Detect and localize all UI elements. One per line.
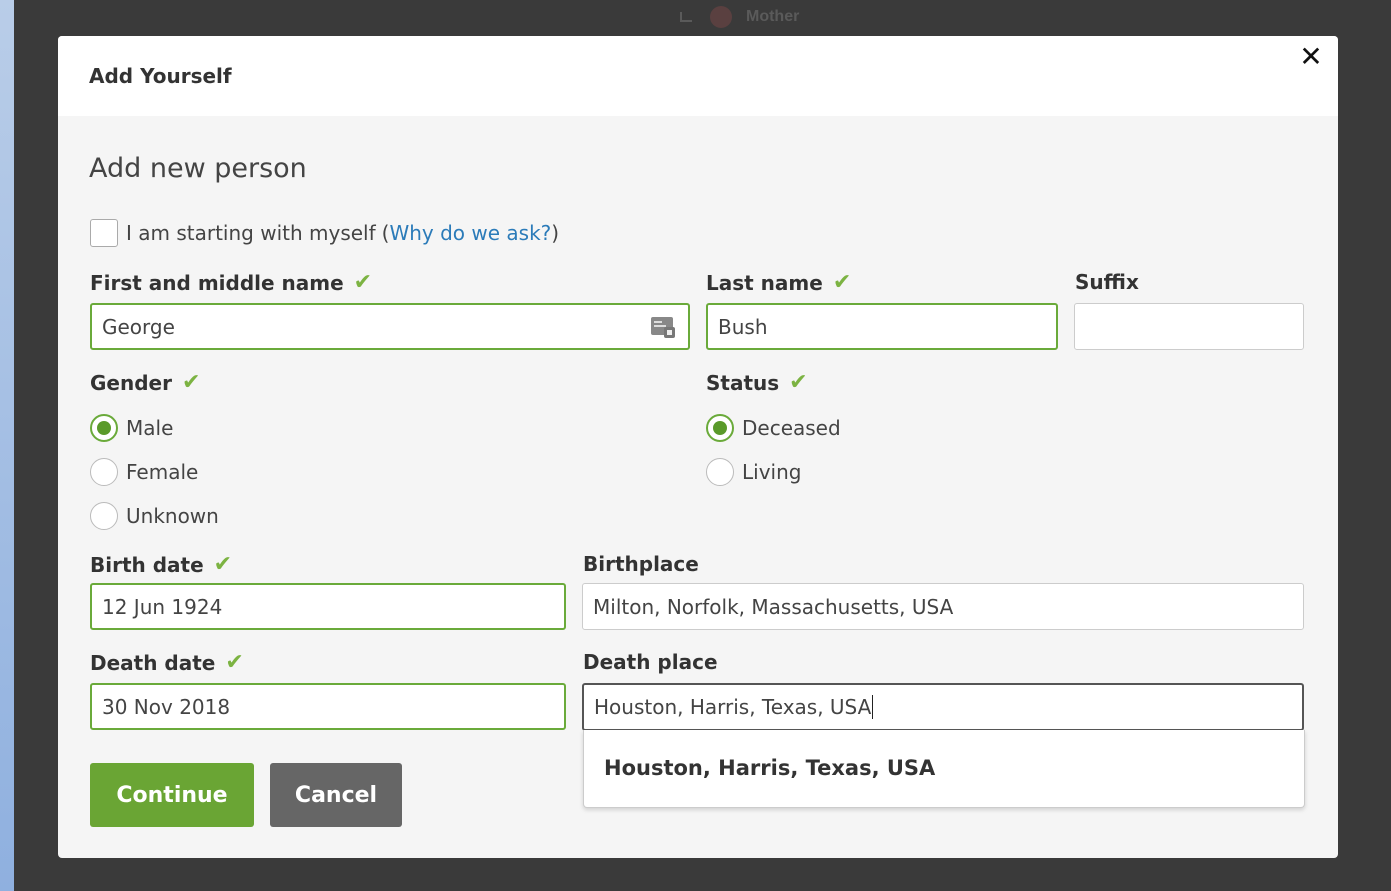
death-place-suggestions: Houston, Harris, Texas, USA: [583, 730, 1305, 808]
suffix-label-text: Suffix: [1075, 270, 1139, 294]
birthplace-value: Milton, Norfolk, Massachusetts, USA: [593, 594, 954, 619]
death-place-input[interactable]: Houston, Harris, Texas, USA: [582, 683, 1304, 731]
death-place-label-text: Death place: [583, 650, 718, 674]
death-place-label: Death place: [583, 650, 718, 674]
gender-option-label: Female: [126, 460, 199, 484]
gender-label-text: Gender: [90, 370, 172, 395]
tree-node-label: Mother: [746, 8, 800, 26]
checkmark-icon: ✔: [213, 552, 233, 577]
gender-option-label: Male: [126, 416, 174, 440]
birth-date-input[interactable]: 12 Jun 1924: [90, 583, 566, 630]
status-label: Status ✔: [706, 370, 808, 395]
dialog-header: Add Yourself ✕: [58, 36, 1338, 116]
background-tree-node: Mother: [680, 6, 799, 28]
death-date-label: Death date ✔: [90, 650, 244, 675]
last-name-input[interactable]: Bush: [706, 303, 1058, 350]
birth-date-label-text: Birth date: [90, 552, 204, 577]
checkmark-icon: ✔: [181, 370, 201, 395]
death-date-value: 30 Nov 2018: [102, 694, 231, 719]
gender-option-female[interactable]: Female: [90, 458, 198, 486]
radio-button-female[interactable]: [90, 458, 118, 486]
radio-button-living[interactable]: [706, 458, 734, 486]
death-date-label-text: Death date: [90, 650, 216, 675]
status-option-living[interactable]: Living: [706, 458, 801, 486]
last-name-label-text: Last name: [706, 270, 823, 295]
birth-date-value: 12 Jun 1924: [102, 594, 223, 619]
gender-label: Gender ✔: [90, 370, 200, 395]
birthplace-label: Birthplace: [583, 552, 699, 576]
myself-checkbox[interactable]: [90, 219, 118, 247]
continue-button[interactable]: Continue: [90, 763, 254, 827]
myself-checkbox-row: I am starting with myself (Why do we ask…: [90, 219, 559, 247]
suffix-input[interactable]: [1074, 303, 1304, 350]
birthplace-label-text: Birthplace: [583, 552, 699, 576]
last-name-value: Bush: [718, 314, 768, 339]
why-do-we-ask-link[interactable]: Why do we ask?: [389, 221, 551, 245]
birth-date-label: Birth date ✔: [90, 552, 232, 577]
status-option-deceased[interactable]: Deceased: [706, 414, 841, 442]
death-date-input[interactable]: 30 Nov 2018: [90, 683, 566, 730]
person-avatar-icon: [710, 6, 732, 28]
contact-card-icon[interactable]: [650, 315, 676, 339]
birthplace-input[interactable]: Milton, Norfolk, Massachusetts, USA: [582, 583, 1304, 630]
last-name-label: Last name ✔: [706, 270, 851, 295]
first-name-label-text: First and middle name: [90, 270, 344, 295]
cancel-button[interactable]: Cancel: [270, 763, 402, 827]
death-place-value: Houston, Harris, Texas, USA: [594, 695, 872, 719]
status-option-label: Deceased: [742, 416, 841, 440]
status-label-text: Status: [706, 370, 780, 395]
background-desktop: [0, 0, 14, 891]
tree-connector-icon: [680, 12, 692, 22]
first-name-value: George: [102, 314, 175, 339]
dialog-title: Add Yourself: [89, 64, 232, 88]
radio-button-unknown[interactable]: [90, 502, 118, 530]
checkmark-icon: ✔: [832, 270, 852, 295]
close-icon[interactable]: ✕: [1298, 43, 1324, 71]
first-name-input[interactable]: George: [90, 303, 690, 350]
gender-option-unknown[interactable]: Unknown: [90, 502, 219, 530]
myself-checkbox-label: I am starting with myself: [126, 221, 376, 245]
checkmark-icon: ✔: [225, 650, 244, 675]
status-option-label: Living: [742, 460, 802, 484]
radio-button-deceased[interactable]: [706, 414, 734, 442]
checkmark-icon: ✔: [789, 370, 808, 395]
gender-option-label: Unknown: [126, 504, 219, 528]
suffix-label: Suffix: [1075, 270, 1139, 294]
section-title: Add new person: [89, 153, 307, 184]
gender-option-male[interactable]: Male: [90, 414, 173, 442]
text-caret: [872, 695, 874, 719]
suggestion-item[interactable]: Houston, Harris, Texas, USA: [604, 756, 935, 780]
first-name-label: First and middle name ✔: [90, 270, 372, 295]
checkmark-icon: ✔: [353, 270, 373, 295]
why-link-wrapper: (Why do we ask?): [381, 221, 560, 245]
radio-button-male[interactable]: [90, 414, 118, 442]
